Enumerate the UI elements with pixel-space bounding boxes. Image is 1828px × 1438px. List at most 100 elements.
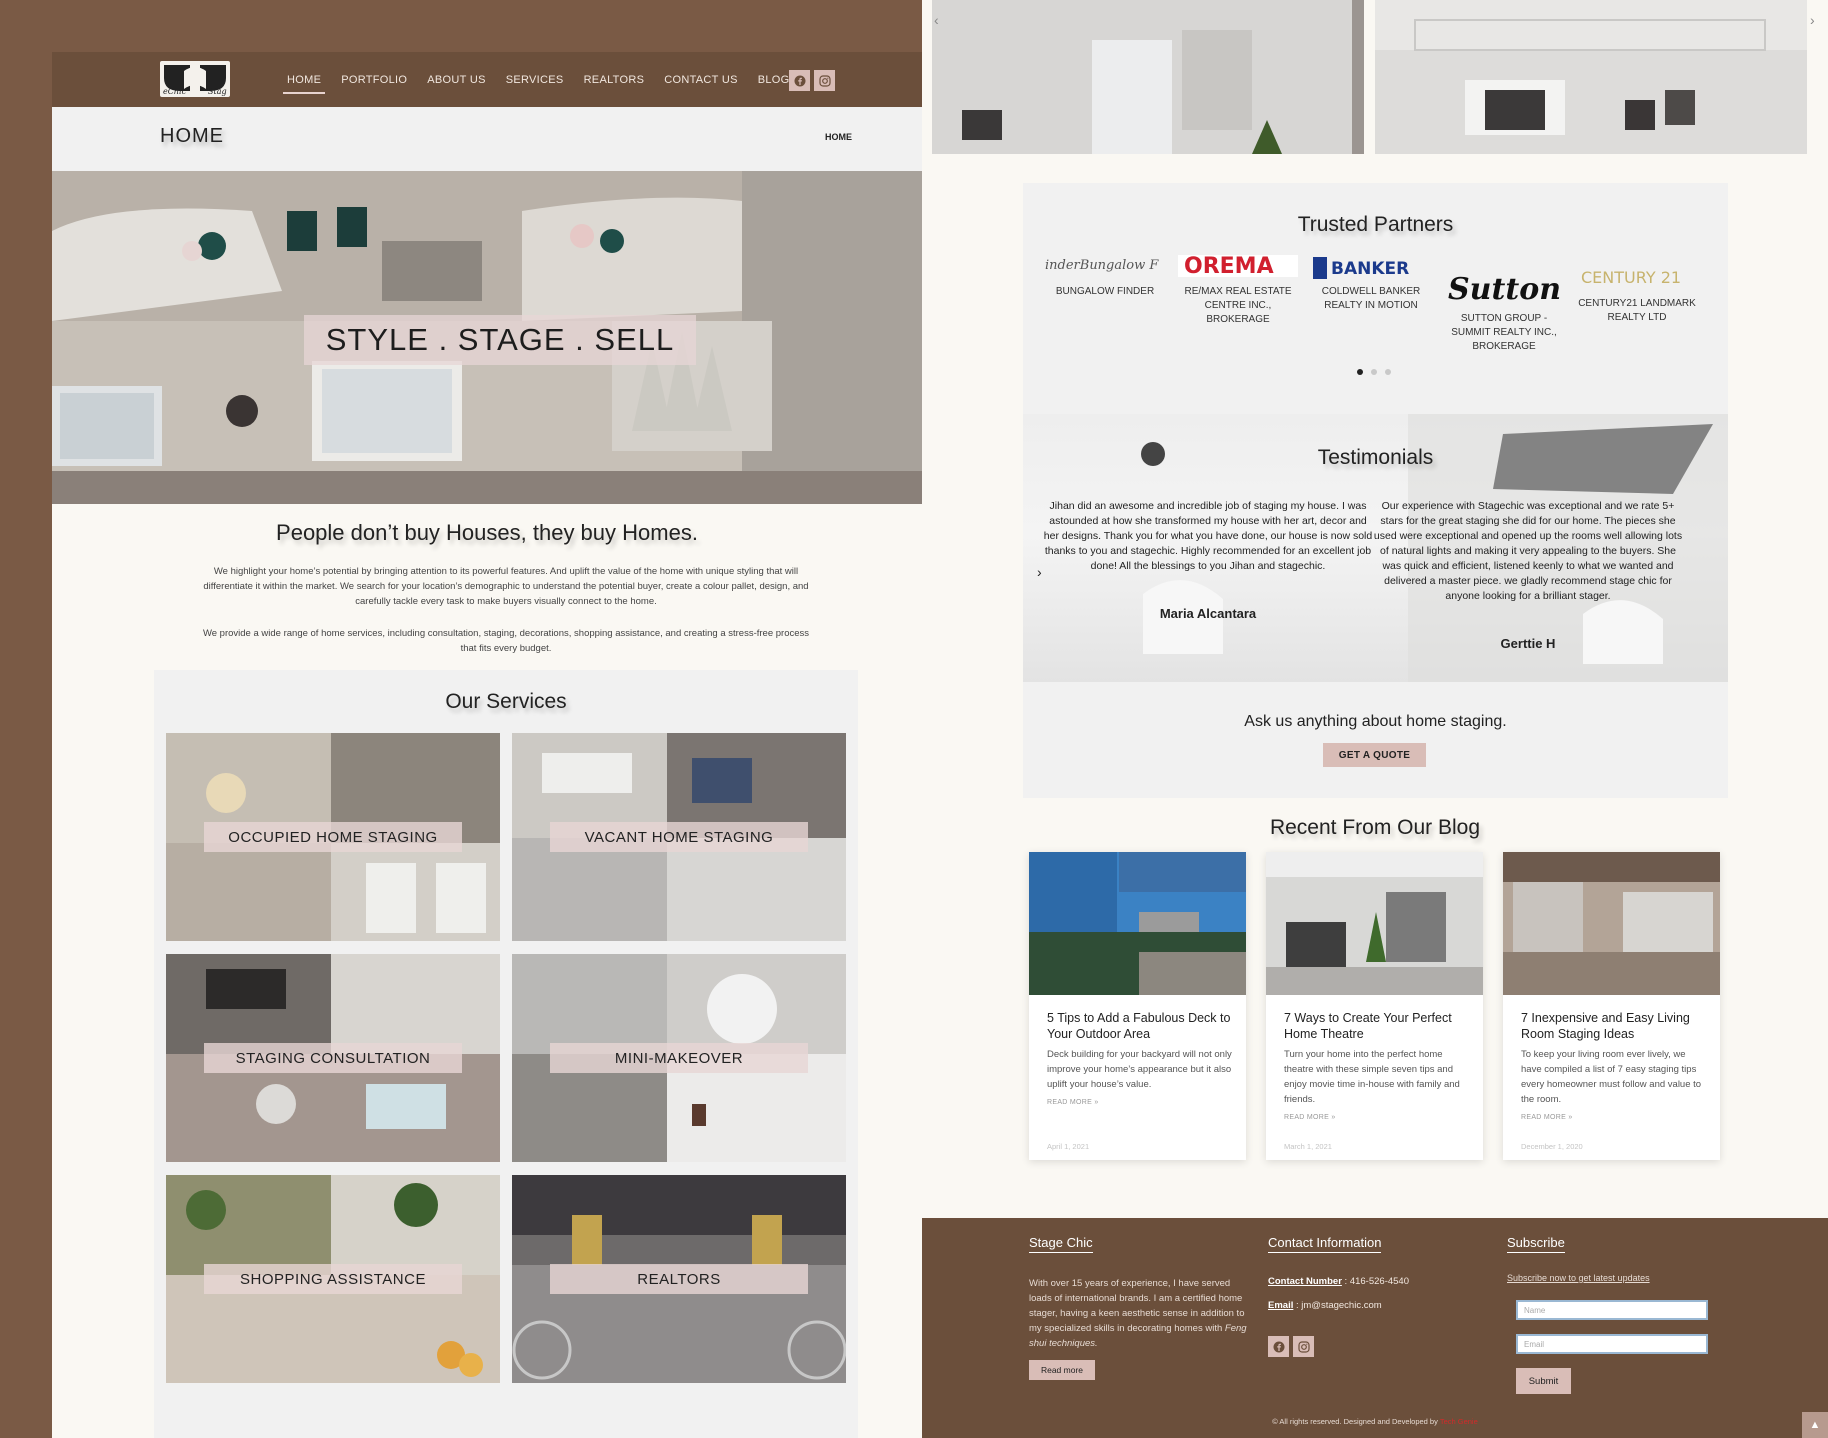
copyright: © All rights reserved. Designed and Deve… <box>922 1417 1828 1426</box>
phone-value[interactable]: : 416-526-4540 <box>1342 1276 1409 1287</box>
subscribe-email-input[interactable]: Email <box>1516 1334 1708 1354</box>
blog-read-more[interactable]: READ MORE » <box>1047 1099 1099 1106</box>
partners-pagination <box>1357 369 1391 375</box>
right-page: ‹ › Trusted Partners inderBungalow F BUN… <box>922 0 1828 1438</box>
blog-image <box>1503 852 1720 995</box>
blog-title[interactable]: 7 Ways to Create Your Perfect Home Theat… <box>1284 1010 1469 1042</box>
service-title: REALTORS <box>550 1264 808 1294</box>
service-card-occupied[interactable]: OCCUPIED HOME STAGING <box>166 733 500 941</box>
partner-logo-text: BANKER <box>1331 259 1409 279</box>
blog-card[interactable]: 7 Ways to Create Your Perfect Home Theat… <box>1266 852 1483 1160</box>
partner-logo: Sutton S <box>1444 255 1564 310</box>
partner-logo-text: CENTURY 21 <box>1581 268 1681 287</box>
gallery-image-2 <box>1375 0 1807 154</box>
email-label: Email <box>1268 1300 1294 1311</box>
partner-name: RE/MAX REAL ESTATE CENTRE INC., BROKERAG… <box>1184 286 1292 325</box>
cta-text: Ask us anything about home staging. <box>1244 713 1507 730</box>
blog-card[interactable]: 5 Tips to Add a Fabulous Deck to Your Ou… <box>1029 852 1246 1160</box>
footer-contact-heading: Contact Information <box>1268 1235 1382 1253</box>
blog-image <box>1266 852 1483 995</box>
footer-subscribe-heading: Subscribe <box>1507 1235 1565 1253</box>
service-title: OCCUPIED HOME STAGING <box>204 822 462 852</box>
footer: Stage Chic With over 15 years of experie… <box>922 1218 1828 1438</box>
partner-logo: BANKER <box>1311 255 1431 283</box>
blog-excerpt: Turn your home into the perfect home the… <box>1284 1049 1460 1105</box>
svg-text:eChic: eChic <box>163 87 187 96</box>
partner-name: SUTTON GROUP - SUMMIT REALTY INC., BROKE… <box>1451 313 1557 352</box>
nav-home[interactable]: HOME <box>277 52 331 107</box>
footer-read-more-button[interactable]: Read more <box>1029 1360 1095 1380</box>
service-title: MINI-MAKEOVER <box>550 1043 808 1073</box>
intro-heading: People don’t buy Houses, they buy Homes. <box>276 520 698 545</box>
service-card-shopping[interactable]: SHOPPING ASSISTANCE <box>166 1175 500 1383</box>
gallery-image-1 <box>932 0 1364 154</box>
service-card-mini-makeover[interactable]: MINI-MAKEOVER <box>512 954 846 1162</box>
partner-coldwell-banker[interactable]: BANKER COLDWELL BANKER REALTY IN MOTION <box>1311 255 1431 313</box>
blog-read-more[interactable]: READ MORE » <box>1284 1114 1336 1121</box>
partner-remax[interactable]: OREMA RE/MAX REAL ESTATE CENTRE INC., BR… <box>1178 255 1298 327</box>
blog-heading: Recent From Our Blog <box>1269 816 1481 839</box>
subscribe-submit-button[interactable]: Submit <box>1516 1368 1571 1394</box>
service-title: STAGING CONSULTATION <box>204 1043 462 1073</box>
footer-email: Email : jm@stagechic.com <box>1268 1300 1382 1311</box>
nav-services[interactable]: SERVICES <box>496 52 574 107</box>
service-title: VACANT HOME STAGING <box>550 822 808 852</box>
instagram-icon[interactable] <box>814 70 835 91</box>
partner-logo-text: OREMA <box>1184 255 1274 279</box>
instagram-icon[interactable] <box>1293 1336 1314 1357</box>
testimonial-prev-icon[interactable]: › <box>1037 564 1042 580</box>
developer-link[interactable]: Tech Genie <box>1440 1417 1478 1426</box>
partner-name: COLDWELL BANKER REALTY IN MOTION <box>1321 286 1421 311</box>
main-nav: eChic Stag HOME PORTFOLIO ABOUT US SERVI… <box>52 52 922 107</box>
blog-card[interactable]: 7 Inexpensive and Easy Living Room Stagi… <box>1503 852 1720 1160</box>
facebook-icon[interactable] <box>1268 1336 1289 1357</box>
partners-heading: Trusted Partners <box>1297 213 1454 236</box>
gallery-next-icon[interactable]: › <box>1810 12 1815 28</box>
footer-social <box>1268 1336 1314 1357</box>
footer-about-heading: Stage Chic <box>1029 1235 1093 1253</box>
service-title: SHOPPING ASSISTANCE <box>204 1264 462 1294</box>
partner-century21[interactable]: CENTURY 21 CENTURY21 LANDMARK REALTY LTD <box>1577 255 1697 325</box>
partner-name: CENTURY21 LANDMARK REALTY LTD <box>1578 298 1696 323</box>
partner-logo: CENTURY 21 <box>1577 255 1697 295</box>
blog-title[interactable]: 7 Inexpensive and Easy Living Room Stagi… <box>1521 1010 1706 1042</box>
service-card-vacant[interactable]: VACANT HOME STAGING <box>512 733 846 941</box>
footer-about-text: With over 15 years of experience, I have… <box>1029 1276 1247 1351</box>
partner-logo-text: inderBungalow F <box>1045 258 1159 273</box>
subscribe-text[interactable]: Subscribe now to get latest updates <box>1507 1273 1650 1283</box>
get-quote-button[interactable]: GET A QUOTE <box>1323 743 1426 767</box>
nav-portfolio[interactable]: PORTFOLIO <box>331 52 417 107</box>
nav-about-us[interactable]: ABOUT US <box>417 52 495 107</box>
pagination-dot[interactable] <box>1357 369 1363 375</box>
service-card-consultation[interactable]: STAGING CONSULTATION <box>166 954 500 1162</box>
blog-title[interactable]: 5 Tips to Add a Fabulous Deck to Your Ou… <box>1047 1010 1232 1042</box>
partners-testimonials-panel: Trusted Partners inderBungalow F BUNGALO… <box>1023 183 1728 798</box>
facebook-icon[interactable] <box>789 70 810 91</box>
pagination-dot[interactable] <box>1385 369 1391 375</box>
pagination-dot[interactable] <box>1371 369 1377 375</box>
blog-read-more[interactable]: READ MORE » <box>1521 1114 1573 1121</box>
nav-contact-us[interactable]: CONTACT US <box>654 52 748 107</box>
blog-excerpt: To keep your living room ever lively, we… <box>1521 1049 1702 1105</box>
breadcrumb[interactable]: HOME <box>825 132 852 142</box>
nav-realtors[interactable]: REALTORS <box>574 52 655 107</box>
subscribe-name-input[interactable]: Name <box>1516 1300 1708 1320</box>
service-card-realtors[interactable]: REALTORS <box>512 1175 846 1383</box>
testimonial-text: Jihan did an awesome and incredible job … <box>1043 500 1373 572</box>
blog-date: December 1, 2020 <box>1521 1142 1583 1151</box>
scroll-to-top-icon[interactable]: ▲ <box>1802 1412 1828 1438</box>
left-page: eChic Stag HOME PORTFOLIO ABOUT US SERVI… <box>52 52 922 1438</box>
partner-sutton[interactable]: Sutton S SUTTON GROUP - SUMMIT REALTY IN… <box>1444 255 1564 354</box>
email-value[interactable]: : jm@stagechic.com <box>1293 1300 1382 1311</box>
intro-paragraph-1: We highlight your home’s potential by br… <box>203 566 809 607</box>
nav-social <box>789 70 835 91</box>
nav-links: HOME PORTFOLIO ABOUT US SERVICES REALTOR… <box>277 52 800 107</box>
site-logo[interactable]: eChic Stag <box>160 61 230 97</box>
copyright-text: © All rights reserved. Designed and Deve… <box>1272 1417 1440 1426</box>
services-heading: Our Services <box>445 690 567 713</box>
blog-image <box>1029 852 1246 995</box>
partner-bungalow-finder[interactable]: inderBungalow F BUNGALOW FINDER <box>1045 255 1165 299</box>
page-title-bar: HOME HOME <box>52 107 922 171</box>
gallery-prev-icon[interactable]: ‹ <box>934 12 939 28</box>
services-section: Our Services OCCUPIED HOME STAGING VACAN… <box>154 670 858 1438</box>
